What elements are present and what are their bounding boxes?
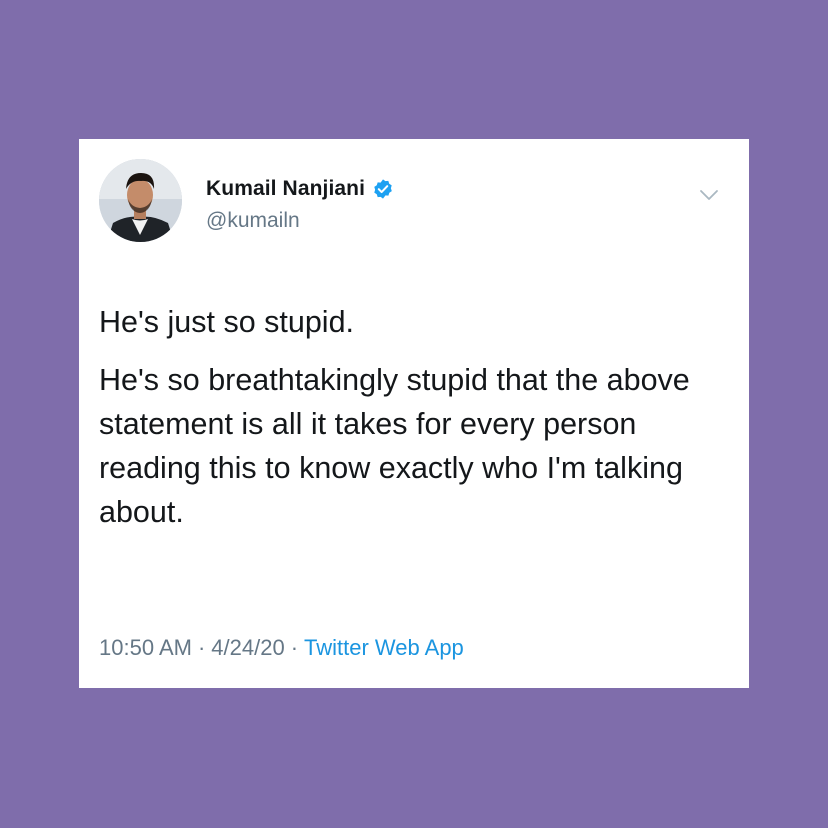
- tweet-time[interactable]: 10:50 AM: [99, 635, 192, 660]
- author-name-row: Kumail Nanjiani: [206, 177, 394, 201]
- meta-separator: ·: [197, 635, 206, 660]
- author-display-name[interactable]: Kumail Nanjiani: [206, 177, 365, 201]
- avatar-photo: [99, 159, 182, 242]
- avatar[interactable]: [99, 159, 182, 242]
- tweet-card: Kumail Nanjiani @kumailn He's just so st…: [79, 139, 749, 688]
- verified-badge-icon: [374, 179, 392, 199]
- tweet-paragraph: He's just so stupid.: [99, 305, 355, 339]
- author-handle[interactable]: @kumailn: [206, 209, 300, 233]
- chevron-down-icon[interactable]: [697, 183, 721, 207]
- tweet-text: He's just so stupid. He's so breathtakin…: [99, 300, 739, 534]
- tweet-meta: 10:50 AM · 4/24/20 · Twitter Web App: [99, 635, 464, 661]
- meta-separator: ·: [290, 635, 299, 660]
- tweet-source-link[interactable]: Twitter Web App: [304, 635, 464, 660]
- tweet-date[interactable]: 4/24/20: [211, 635, 284, 660]
- tweet-paragraph: He's so breathtakingly stupid that the a…: [99, 363, 690, 529]
